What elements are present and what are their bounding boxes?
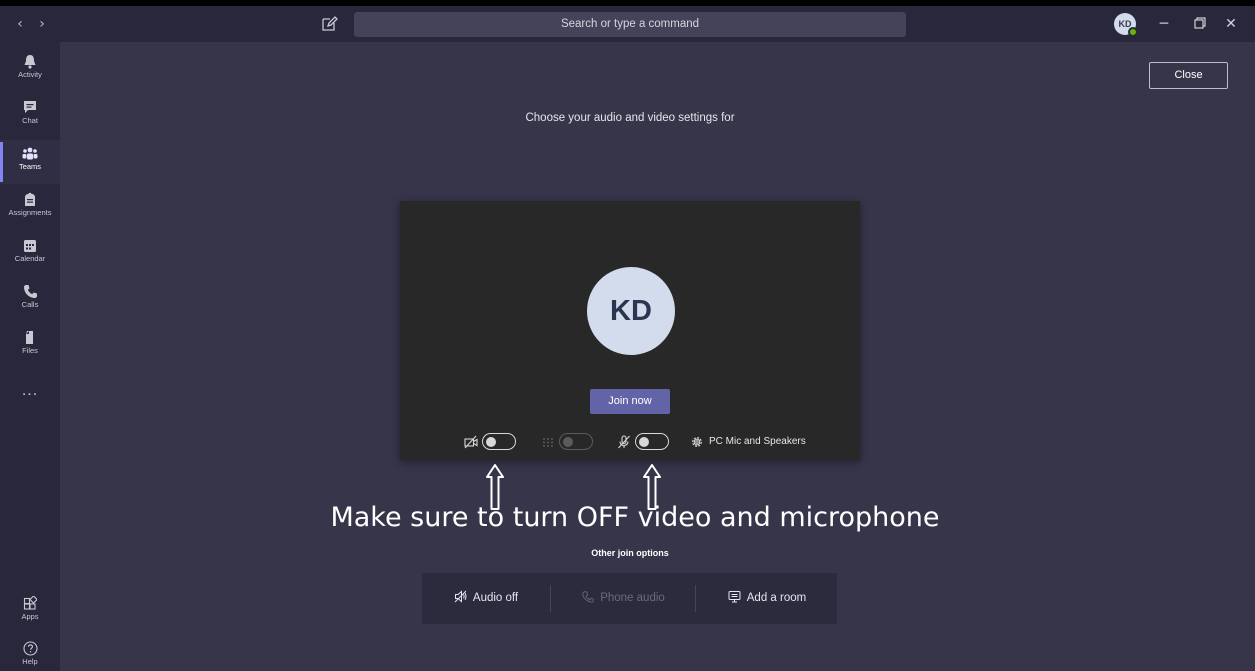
page-heading: Choose your audio and video settings for — [525, 112, 735, 124]
teams-window: ‹ › Search or type a command KD ─ ✕ Acti… — [0, 6, 1255, 671]
rail-label: Calls — [21, 300, 39, 309]
rail-item-files[interactable]: Files — [0, 324, 60, 368]
rail-label: Help — [22, 657, 38, 666]
help-icon — [22, 641, 38, 656]
rail-label: Activity — [18, 70, 42, 79]
rail-label: Files — [22, 346, 38, 355]
rail-label: Apps — [21, 612, 39, 621]
avatar: KD — [587, 267, 675, 355]
assignments-icon — [25, 192, 35, 206]
audio-off-label: Audio off — [472, 592, 519, 604]
rail-item-assignments[interactable]: Assignments — [0, 186, 60, 230]
phone-icon — [582, 591, 594, 603]
phone-icon — [24, 285, 37, 298]
device-settings-label[interactable]: PC Mic and Speakers — [709, 435, 806, 449]
restore-icon[interactable] — [1187, 12, 1213, 36]
background-blur-toggle[interactable] — [559, 433, 593, 450]
more-apps-icon[interactable]: ... — [0, 382, 60, 400]
gear-icon[interactable] — [690, 435, 704, 449]
blur-background-icon — [543, 438, 553, 447]
rail-label: Chat — [22, 116, 38, 125]
microphone-off-icon — [618, 435, 630, 449]
toggle-knob — [639, 436, 649, 447]
other-join-options: Audio off Phone audio Add a room — [422, 573, 837, 624]
back-arrow-icon[interactable]: ‹ — [12, 13, 28, 35]
rail-label: Teams — [18, 162, 42, 171]
room-icon — [728, 591, 741, 603]
compose-icon[interactable] — [320, 15, 338, 33]
rail-item-calls[interactable]: Calls — [0, 278, 60, 322]
video-toggle[interactable] — [482, 433, 516, 450]
other-join-options-label: Other join options — [591, 548, 669, 558]
instruction-annotation: Make sure to turn OFF video and micropho… — [330, 502, 940, 533]
forward-arrow-icon[interactable]: › — [34, 13, 50, 35]
file-icon — [26, 331, 33, 344]
close-button[interactable]: Close — [1149, 62, 1228, 89]
add-room-label: Add a room — [746, 592, 807, 604]
microphone-toggle[interactable] — [635, 433, 669, 450]
camera-off-icon — [464, 435, 478, 449]
audio-off-option[interactable]: Audio off — [422, 573, 550, 624]
speaker-off-icon — [454, 590, 467, 603]
rail-item-apps[interactable]: Apps — [0, 590, 60, 634]
toggle-knob — [563, 436, 573, 447]
divider — [550, 585, 551, 612]
calendar-icon — [24, 240, 36, 252]
toggle-knob — [486, 436, 496, 447]
teams-icon — [22, 147, 38, 160]
phone-audio-option[interactable]: Phone audio — [552, 573, 695, 624]
add-room-option[interactable]: Add a room — [697, 573, 837, 624]
rail-item-teams[interactable]: Teams — [0, 140, 60, 184]
minimize-icon[interactable]: ─ — [1151, 12, 1177, 36]
bell-icon — [24, 55, 36, 69]
rail-label: Calendar — [14, 254, 46, 263]
presence-indicator — [1128, 27, 1138, 37]
video-preview: KD Join now PC Mic and Speakers — [400, 201, 860, 460]
rail-item-help[interactable]: Help — [0, 635, 60, 671]
rail-label: Assignments — [8, 208, 52, 217]
phone-audio-label: Phone audio — [600, 592, 665, 604]
chat-icon — [24, 101, 36, 113]
join-now-button[interactable]: Join now — [590, 389, 670, 414]
close-window-icon[interactable]: ✕ — [1218, 12, 1244, 36]
rail-item-chat[interactable]: Chat — [0, 94, 60, 138]
app-bar: Activity Chat Teams Assignments Calendar… — [0, 42, 60, 671]
title-bar: ‹ › Search or type a command KD ─ ✕ — [0, 6, 1255, 42]
apps-icon — [23, 596, 37, 610]
rail-item-calendar[interactable]: Calendar — [0, 232, 60, 276]
search-input[interactable]: Search or type a command — [354, 12, 906, 37]
divider — [695, 585, 696, 612]
rail-item-activity[interactable]: Activity — [0, 48, 60, 92]
